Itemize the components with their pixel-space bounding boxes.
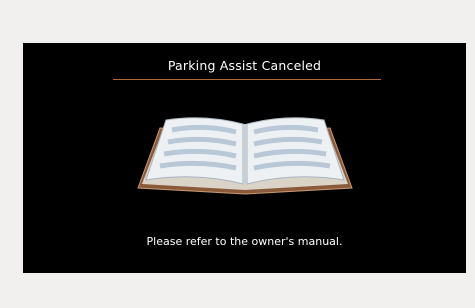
alert-title: Parking Assist Canceled	[167, 58, 322, 73]
display-screen: Parking Assist Canceled Please refer to …	[23, 43, 466, 273]
alert-message: Please refer to the owner's manual.	[146, 235, 343, 248]
page: Parking Assist Canceled Please refer to …	[0, 0, 475, 308]
open-book-icon	[137, 117, 353, 195]
title-divider	[113, 79, 381, 80]
